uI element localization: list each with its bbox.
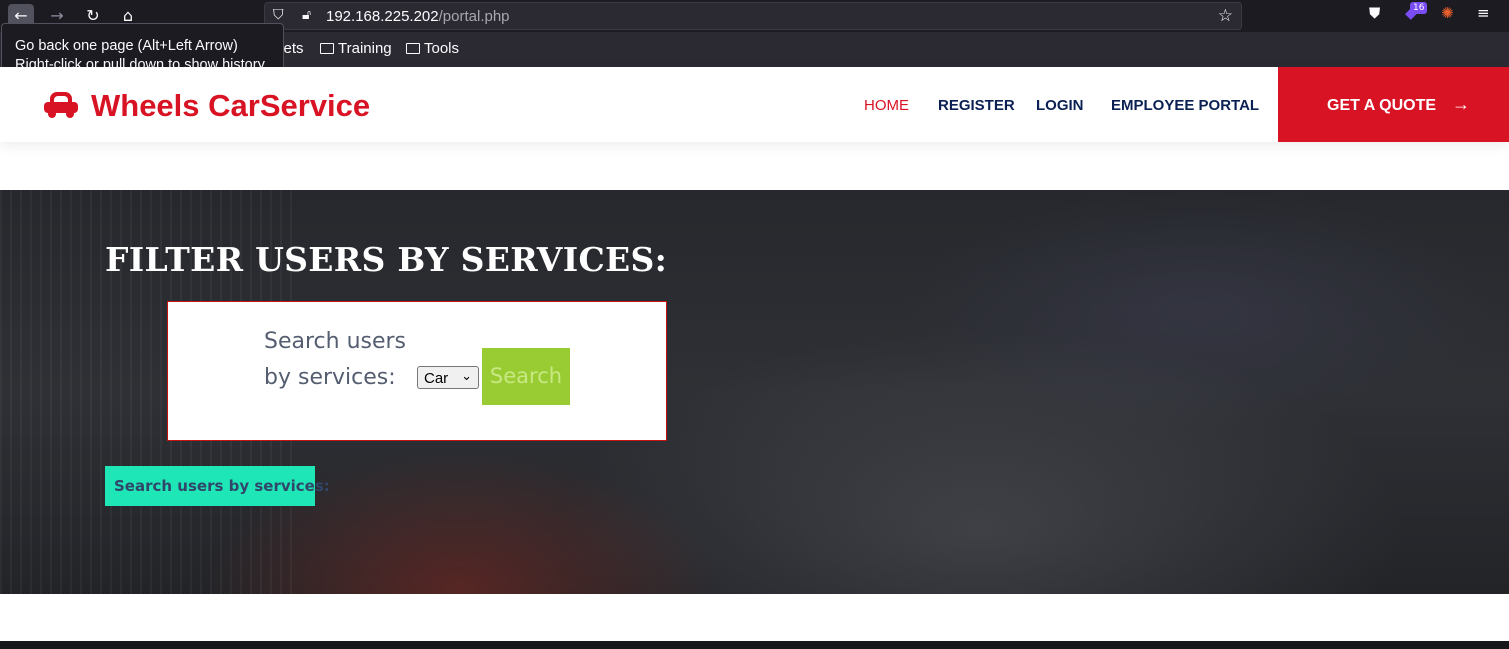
tooltip-line-1: Go back one page (Alt+Left Arrow): [15, 38, 238, 54]
menu-icon[interactable]: ≡: [1477, 4, 1490, 22]
shield-icon[interactable]: ⛉: [273, 7, 284, 23]
hero-section: FILTER USERS BY SERVICES: Search users b…: [0, 190, 1509, 594]
nav-employee-portal[interactable]: EMPLOYEE PORTAL: [1111, 97, 1259, 114]
address-bar[interactable]: ⛉ 🔓︎ 192.168.225.202/portal.php ☆: [264, 2, 1242, 30]
bookmark-star-icon[interactable]: ☆: [1218, 6, 1233, 26]
extension-badge: 16: [1410, 2, 1428, 14]
search-label: Search users by services:: [264, 329, 407, 390]
car-icon: [44, 92, 78, 118]
folder-icon: [320, 43, 334, 54]
foxyproxy-icon[interactable]: ✺: [1441, 4, 1454, 22]
search-form: Search users by services: Car ⌄ Search: [167, 301, 667, 441]
search-button[interactable]: Search: [482, 348, 570, 405]
bookmark-training[interactable]: Training: [320, 40, 392, 57]
chevron-down-icon: ⌄: [461, 368, 472, 383]
arrow-right-icon: →: [1452, 94, 1471, 114]
folder-icon: [406, 43, 420, 54]
get-a-quote-button[interactable]: GET A QUOTE →: [1278, 67, 1509, 142]
nav-home[interactable]: HOME: [864, 97, 909, 114]
nav-register[interactable]: REGISTER: [938, 97, 1015, 114]
url-text[interactable]: 192.168.225.202/portal.php: [326, 8, 510, 25]
nav-login[interactable]: LOGIN: [1036, 97, 1084, 114]
brand-name: Wheels CarService: [91, 88, 371, 123]
service-select[interactable]: Car ⌄: [417, 366, 479, 389]
footer-strip: [0, 641, 1509, 649]
results-label: Search users by services:: [105, 466, 330, 506]
bookmark-tools[interactable]: Tools: [406, 40, 459, 57]
pocket-icon[interactable]: ⛊: [1369, 4, 1380, 22]
page-title: FILTER USERS BY SERVICES:: [105, 240, 668, 279]
insecure-lock-icon[interactable]: 🔓︎: [302, 7, 311, 23]
site-header: Wheels CarService HOME REGISTER LOGIN EM…: [0, 67, 1509, 142]
brand-logo[interactable]: Wheels CarService: [44, 88, 370, 124]
